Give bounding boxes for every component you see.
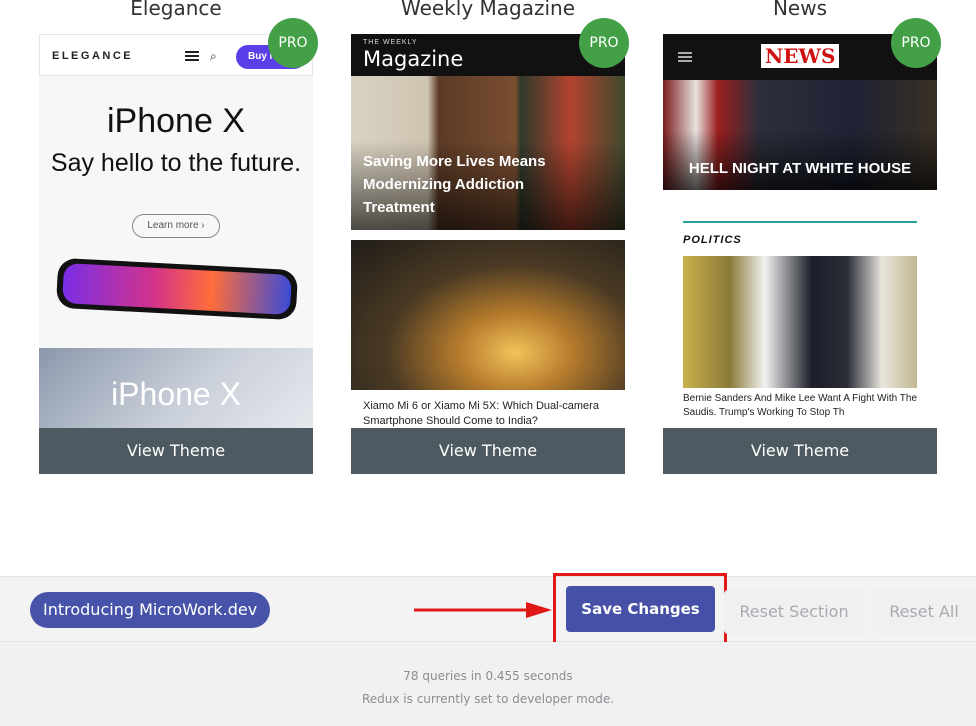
view-theme-button[interactable]: View Theme [351,428,625,474]
pro-badge: PRO [268,18,318,68]
reset-section-button[interactable]: Reset Section [724,590,864,634]
preview-learn-more: Learn more › [132,214,220,238]
theme-title: Elegance [130,0,222,20]
preview-logo: NEWS [761,44,840,68]
pro-badge: PRO [891,18,941,68]
arrow-right-icon [414,602,552,618]
view-theme-button[interactable]: View Theme [39,428,313,474]
query-stats: 78 queries in 0.455 seconds [403,669,573,683]
preview-hero-image: HELL NIGHT AT WHITE HOUSE [663,80,937,190]
hamburger-icon [678,52,692,64]
introducing-button[interactable]: Introducing MicroWork.dev [30,592,271,628]
preview-hero: iPhone X Say hello to the future. Learn … [39,76,313,348]
view-theme-button[interactable]: View Theme [663,428,937,474]
pro-badge: PRO [579,18,629,68]
preview-headline: iPhone X [107,102,245,140]
hamburger-icon [185,51,199,63]
preview-category: POLITICS [683,234,742,246]
theme-preview-image[interactable]: NEWS HELL NIGHT AT WHITE HOUSE POLITICS … [663,34,937,428]
search-icon: ⌕ [210,49,217,63]
save-changes-button[interactable]: Save Changes [566,586,715,632]
theme-preview-image[interactable]: THE WEEKLY Magazine Saving More Lives Me… [351,34,625,428]
preview-banner-text: iPhone X [111,376,241,412]
reset-all-button[interactable]: Reset All [872,590,976,634]
preview-article-image [683,256,917,388]
preview-article-caption: Bernie Sanders And Mike Lee Want A Fight… [683,393,918,418]
preview-masthead: Magazine [363,47,464,71]
action-bar: Introducing MicroWork.dev Save Changes R… [0,573,976,645]
preview-subhead: Say hello to the future. [50,149,302,177]
preview-logo: ELEGANCE [52,50,134,62]
footer: 78 queries in 0.455 seconds Redux is cur… [0,642,976,726]
preview-hero-headline: Saving More Lives Means Modernizing Addi… [363,153,546,216]
divider [683,221,917,223]
preview-masthead-small: THE WEEKLY [363,39,418,46]
theme-preview-image[interactable]: ELEGANCE ⌕ Buy N iPhone X Say hello to t… [39,34,313,428]
preview-article-image [351,240,625,390]
theme-title: News [772,0,828,20]
preview-hero-image: Saving More Lives Means Modernizing Addi… [351,76,625,230]
phone-image [55,257,299,321]
theme-title: Weekly Magazine [400,0,576,20]
preview-article-caption: Xiamo Mi 6 or Xiamo Mi 5X: Which Dual-ca… [363,400,599,427]
dev-mode-notice: Redux is currently set to developer mode… [361,692,615,706]
preview-banner: iPhone X [39,348,313,428]
preview-hero-headline: HELL NIGHT AT WHITE HOUSE [688,160,912,177]
